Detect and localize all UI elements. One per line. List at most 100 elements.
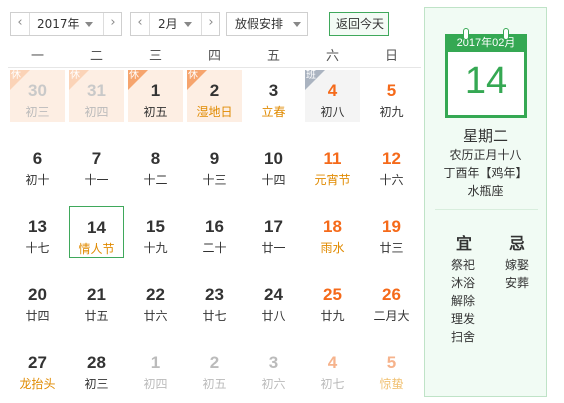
lunar-label: 廿一: [261, 241, 286, 255]
lunar-label: 廿九: [320, 309, 345, 323]
day-cell[interactable]: 2 初五: [185, 340, 244, 403]
lunar-label: 初四: [143, 377, 168, 391]
chevron-down-icon[interactable]: [184, 22, 192, 27]
lunar-label: 十七: [25, 241, 50, 255]
prev-month-arrow-icon[interactable]: ‹: [131, 13, 149, 35]
day-number: 27: [28, 353, 47, 372]
chevron-down-icon[interactable]: [85, 22, 93, 27]
day-number: 7: [91, 149, 102, 168]
lunar-label: 廿七: [202, 309, 227, 323]
lunar-label: 廿四: [25, 309, 50, 323]
lunar-label: 十三: [202, 173, 227, 187]
day-number: 20: [28, 285, 47, 304]
lunar-label: 湿地日: [196, 105, 233, 119]
lunar-label: 十六: [379, 173, 404, 187]
day-cell[interactable]: 16 二十: [185, 204, 244, 270]
day-number: 12: [382, 149, 401, 168]
day-cell[interactable]: 25 廿九: [303, 272, 362, 338]
day-cell[interactable]: 17 廿一: [244, 204, 303, 270]
day-number: 8: [150, 149, 161, 168]
lunar-label: 初七: [320, 377, 345, 391]
day-cell[interactable]: 班 4 初八: [303, 68, 362, 134]
day-cell[interactable]: 8 十二: [126, 136, 185, 202]
day-cell[interactable]: 27 龙抬头: [8, 340, 67, 403]
lunar-label: 龙抬头: [19, 377, 56, 391]
day-cell[interactable]: 5 惊蛰: [362, 340, 421, 403]
lunar-label: 初九: [379, 105, 404, 119]
day-cell[interactable]: 19 廿三: [362, 204, 421, 270]
day-cell[interactable]: 20 廿四: [8, 272, 67, 338]
yi-item: 沐浴: [451, 276, 476, 290]
day-cell[interactable]: 4 初七: [303, 340, 362, 403]
ji-title: 忌: [509, 234, 526, 253]
day-number: 25: [323, 285, 342, 304]
day-number: 31: [87, 81, 106, 100]
month-selector: ‹ 2月 ›: [130, 12, 220, 36]
next-year-arrow-icon[interactable]: ›: [104, 13, 122, 35]
day-number: 2: [209, 353, 220, 372]
day-number: 18: [323, 217, 342, 236]
day-cell[interactable]: 6 初十: [8, 136, 67, 202]
day-cell[interactable]: 12 十六: [362, 136, 421, 202]
prev-year-arrow-icon[interactable]: ‹: [11, 13, 29, 35]
day-cell[interactable]: 7 十一: [67, 136, 126, 202]
day-number: 16: [205, 217, 224, 236]
lunar-label: 十九: [143, 241, 168, 255]
next-month-arrow-icon[interactable]: ›: [202, 13, 220, 35]
day-cell[interactable]: 休 1 初五: [126, 68, 185, 134]
day-cell[interactable]: 21 廿五: [67, 272, 126, 338]
day-number: 21: [87, 285, 106, 304]
day-number: 22: [146, 285, 165, 304]
day-number: 14: [87, 218, 106, 237]
day-cell[interactable]: 休 30 初三: [8, 68, 67, 134]
lunar-label: 初五: [143, 105, 168, 119]
day-cell[interactable]: 1 初四: [126, 340, 185, 403]
day-cell-today[interactable]: 14 情人节: [67, 204, 126, 270]
weekday-fri: 五: [266, 49, 280, 64]
day-cell[interactable]: 9 十三: [185, 136, 244, 202]
day-cell[interactable]: 休 2 湿地日: [185, 68, 244, 134]
panel-big-day: 14: [464, 60, 508, 102]
day-cell[interactable]: 15 十九: [126, 204, 185, 270]
year-selector: ‹ 2017年 ›: [10, 12, 122, 36]
day-number: 1: [150, 81, 161, 100]
day-cell[interactable]: 10 十四: [244, 136, 303, 202]
day-cell[interactable]: 22 廿六: [126, 272, 185, 338]
day-number: 13: [28, 217, 47, 236]
lunar-label: 情人节: [78, 242, 115, 256]
yi-item: 理发: [451, 312, 476, 326]
lunar-label: 初八: [320, 105, 345, 119]
day-number: 3: [268, 353, 279, 372]
day-cell[interactable]: 13 十七: [8, 204, 67, 270]
lunar-label: 廿五: [84, 309, 109, 323]
day-cell[interactable]: 26 二月大: [362, 272, 421, 338]
lunar-label: 廿八: [261, 309, 286, 323]
month-dropdown[interactable]: 2月: [158, 13, 178, 35]
back-to-today-label: 返回今天: [336, 17, 385, 31]
calendar-date-icon: 2017年02月 14: [445, 28, 527, 118]
yi-item: 解除: [451, 294, 476, 308]
day-number: 23: [205, 285, 224, 304]
back-to-today-button[interactable]: 返回今天: [329, 12, 389, 36]
lunar-label: 惊蛰: [379, 377, 404, 391]
day-cell[interactable]: 3 初六: [244, 340, 303, 403]
day-number: 1: [150, 353, 161, 372]
day-cell[interactable]: 11 元宵节: [303, 136, 362, 202]
weekday-thu: 四: [207, 49, 221, 64]
lunar-label: 初三: [84, 377, 109, 391]
panel-month-header: 2017年02月: [445, 34, 527, 52]
weekday-mon: 一: [30, 49, 44, 64]
day-cell[interactable]: 3 立春: [244, 68, 303, 134]
year-dropdown[interactable]: 2017年: [37, 13, 80, 35]
day-cell[interactable]: 休 31 初四: [67, 68, 126, 134]
lunar-label: 元宵节: [314, 173, 351, 187]
day-cell[interactable]: 23 廿七: [185, 272, 244, 338]
weekday-sun: 日: [384, 49, 398, 64]
holiday-dropdown[interactable]: 放假安排: [226, 12, 308, 36]
day-cell[interactable]: 18 雨水: [303, 204, 362, 270]
day-cell[interactable]: 5 初九: [362, 68, 421, 134]
day-cell[interactable]: 28 初三: [67, 340, 126, 403]
day-cell[interactable]: 24 廿八: [244, 272, 303, 338]
day-number: 10: [264, 149, 283, 168]
lunar-label: 雨水: [320, 241, 345, 255]
